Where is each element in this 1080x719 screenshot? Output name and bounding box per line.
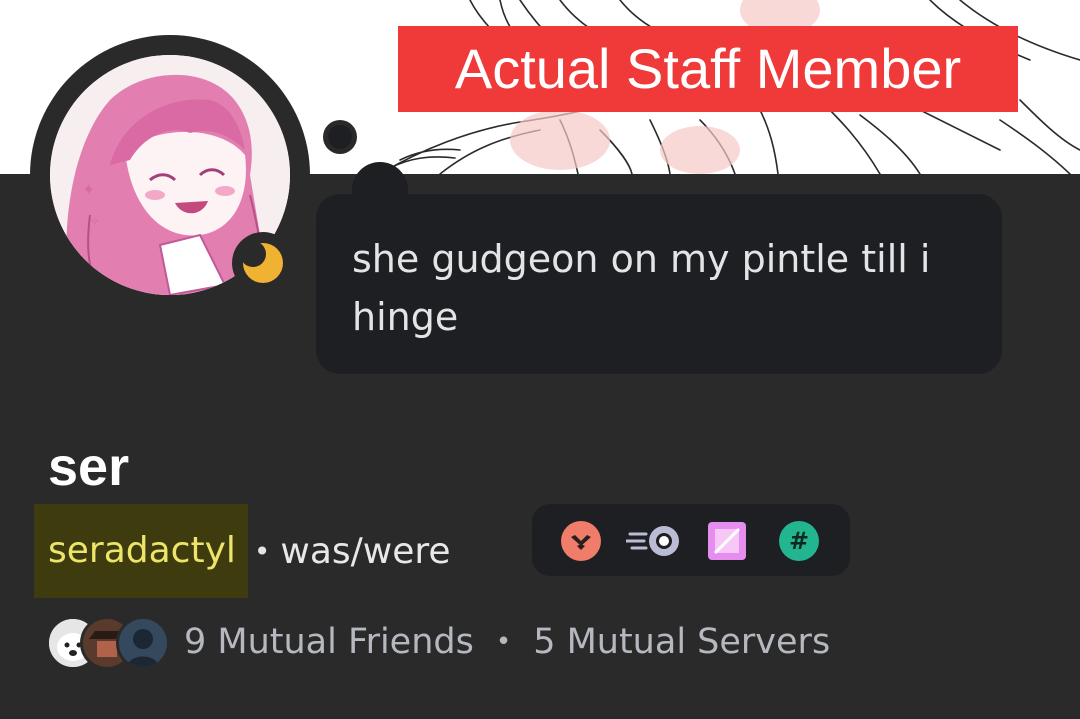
mutual-avatar-3 (116, 616, 170, 670)
nitro-icon[interactable] (626, 520, 684, 562)
mutual-friends-link[interactable]: 9 Mutual Friends (184, 622, 474, 662)
staff-label: Actual Staff Member (398, 26, 1018, 112)
username[interactable]: seradactyl (48, 531, 236, 571)
mutual-avatar-stack (46, 616, 170, 670)
mutual-separator: • (495, 627, 512, 657)
svg-text:#: # (789, 527, 809, 555)
username-row: seradactyl • was/were (34, 504, 451, 598)
custom-status-text: she gudgeon on my pintle till i hinge (352, 237, 931, 339)
pronouns: was/were (280, 530, 451, 572)
username-highlight: seradactyl (34, 504, 248, 598)
hypesquad-brilliance-icon[interactable] (560, 520, 602, 562)
profile-popout: Actual Staff Member she gudgeon on my pi… (0, 0, 1080, 719)
mutual-servers-link[interactable]: 5 Mutual Servers (533, 622, 830, 662)
custom-status-bubble[interactable]: she gudgeon on my pintle till i hinge (316, 194, 1002, 374)
badge-list: # (532, 504, 850, 576)
moon-icon (240, 241, 283, 283)
quest-badge-icon[interactable] (706, 520, 748, 562)
mutuals-row: 9 Mutual Friends • 5 Mutual Servers (46, 612, 830, 672)
display-name: ser (48, 437, 130, 497)
thought-dot-small (323, 120, 357, 154)
separator-dot: • (253, 534, 271, 568)
svg-text:✧: ✧ (90, 214, 100, 228)
hashtag-badge-icon[interactable]: # (778, 520, 820, 562)
svg-text:✦: ✦ (82, 180, 95, 199)
